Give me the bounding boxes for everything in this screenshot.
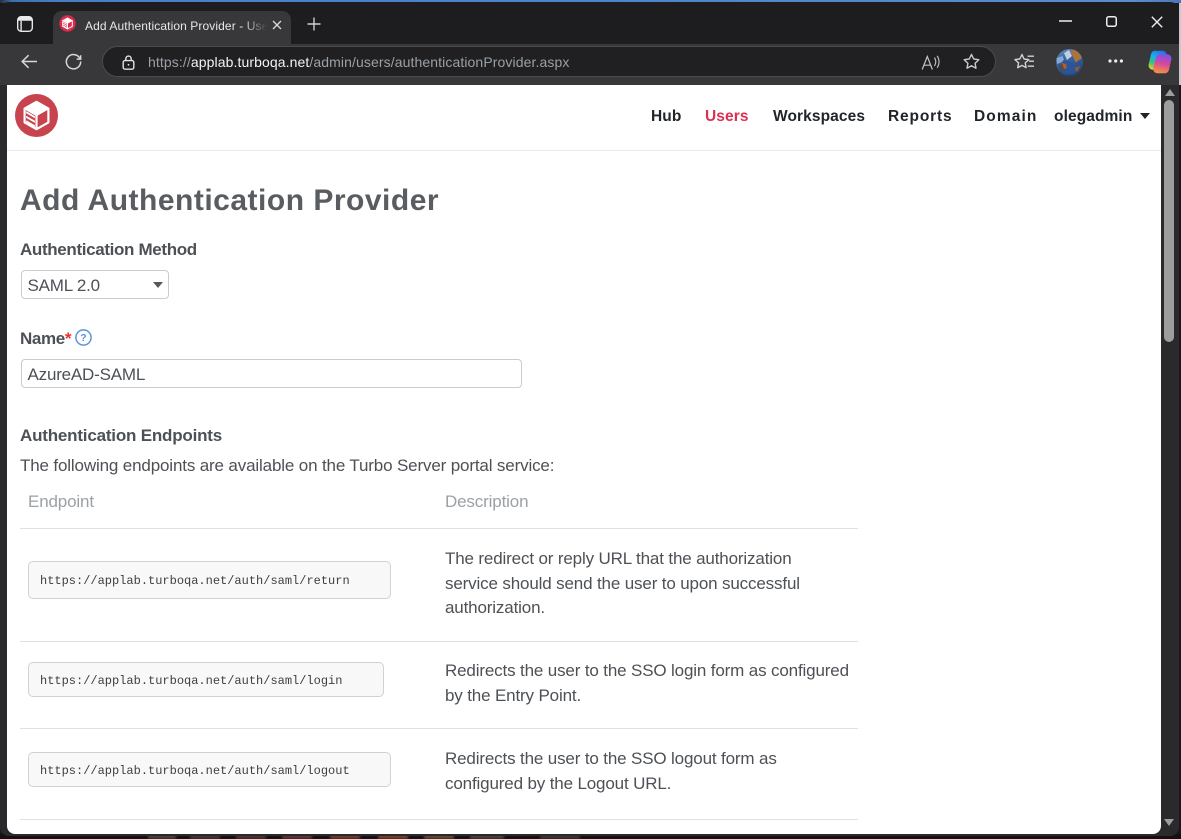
svg-text:?: ?: [80, 332, 86, 344]
